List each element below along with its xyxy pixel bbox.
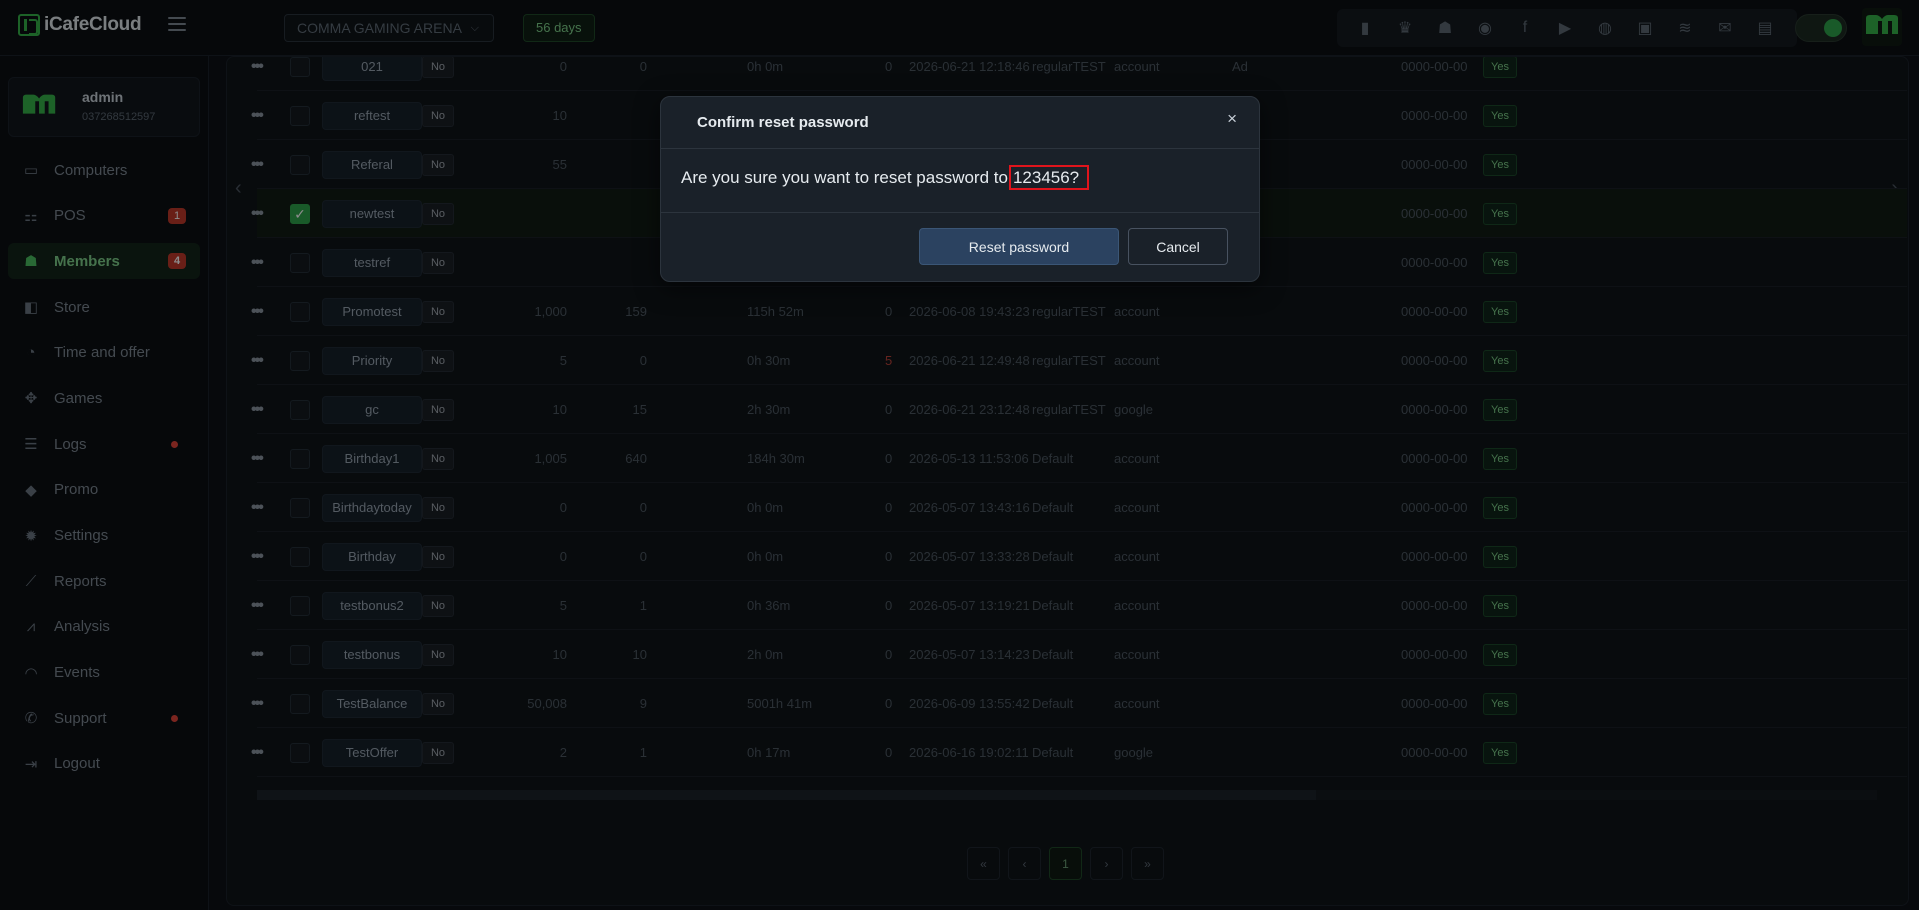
reset-password-dialog: Confirm reset password × Are you sure yo… — [660, 96, 1260, 282]
close-icon[interactable]: × — [1227, 109, 1237, 129]
dialog-body: Are you sure you want to reset password … — [661, 149, 1259, 213]
reset-password-button[interactable]: Reset password — [919, 228, 1119, 265]
cancel-button[interactable]: Cancel — [1128, 228, 1228, 265]
dialog-message: Are you sure you want to reset password … — [681, 165, 1090, 190]
dialog-header: Confirm reset password × — [661, 97, 1259, 149]
new-password-value: 123456? — [1008, 165, 1090, 190]
dialog-message-text: Are you sure you want to reset password … — [681, 168, 1008, 187]
dialog-title: Confirm reset password — [697, 114, 869, 131]
